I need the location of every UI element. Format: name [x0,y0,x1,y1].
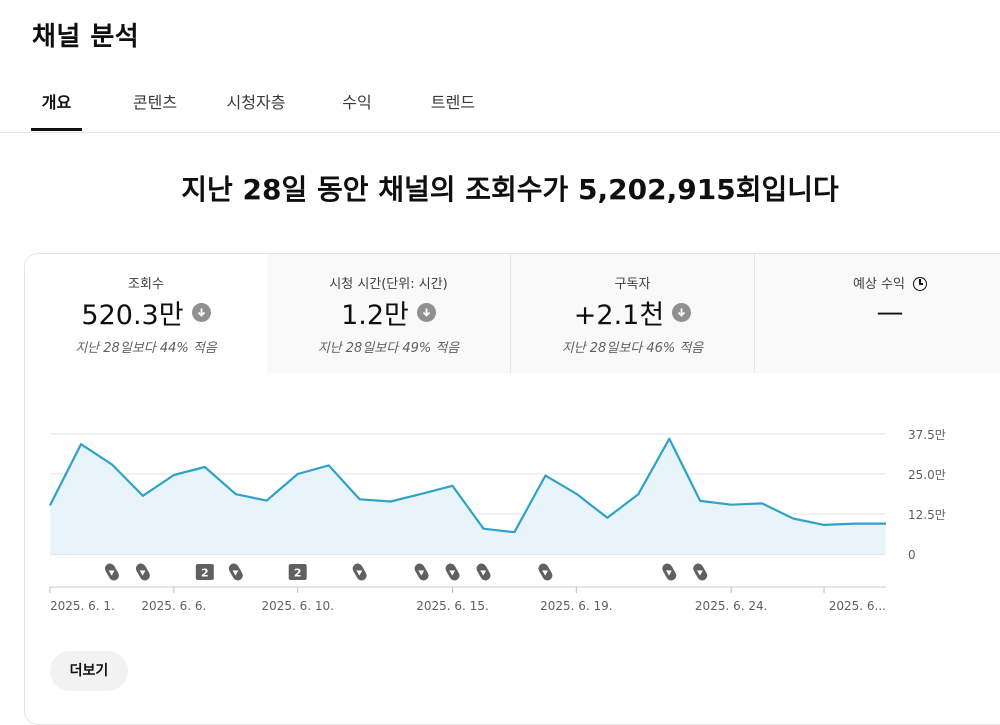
y-tick-label: 37.5만 [908,428,946,442]
y-tick-label: 12.5만 [908,508,946,522]
upload-count-label: 2 [201,567,209,580]
more-button[interactable]: 더보기 [50,651,128,691]
shorts-icon[interactable] [227,562,245,583]
x-tick-label: 2025. 6. 10. [261,599,334,613]
shorts-icon[interactable] [537,562,555,583]
x-tick-label: 2025. 6. 6. [141,599,206,613]
shorts-icon[interactable] [134,562,152,583]
y-tick-label: 25.0만 [908,468,946,482]
x-tick-label: 2025. 6. 19. [540,599,613,613]
shorts-icon[interactable] [660,562,678,583]
x-tick-label: 2025. 6... [829,599,886,613]
series-area [50,438,886,554]
shorts-icon[interactable] [103,562,121,583]
shorts-icon[interactable] [475,562,493,583]
y-tick-label: 0 [908,548,916,562]
x-tick-label: 2025. 6. 1. [50,599,115,613]
shorts-icon[interactable] [413,562,431,583]
shorts-icon[interactable] [691,562,709,583]
upload-count-label: 2 [294,567,302,580]
shorts-icon[interactable] [351,562,369,583]
x-tick-label: 2025. 6. 15. [416,599,489,613]
views-chart: 37.5만 25.0만 12.5만 0 2025. 6. 1. 2025. 6. 6. 20… [49,428,946,613]
x-tick-label: 2025. 6. 24. [695,599,768,613]
shorts-icon[interactable] [444,562,462,583]
